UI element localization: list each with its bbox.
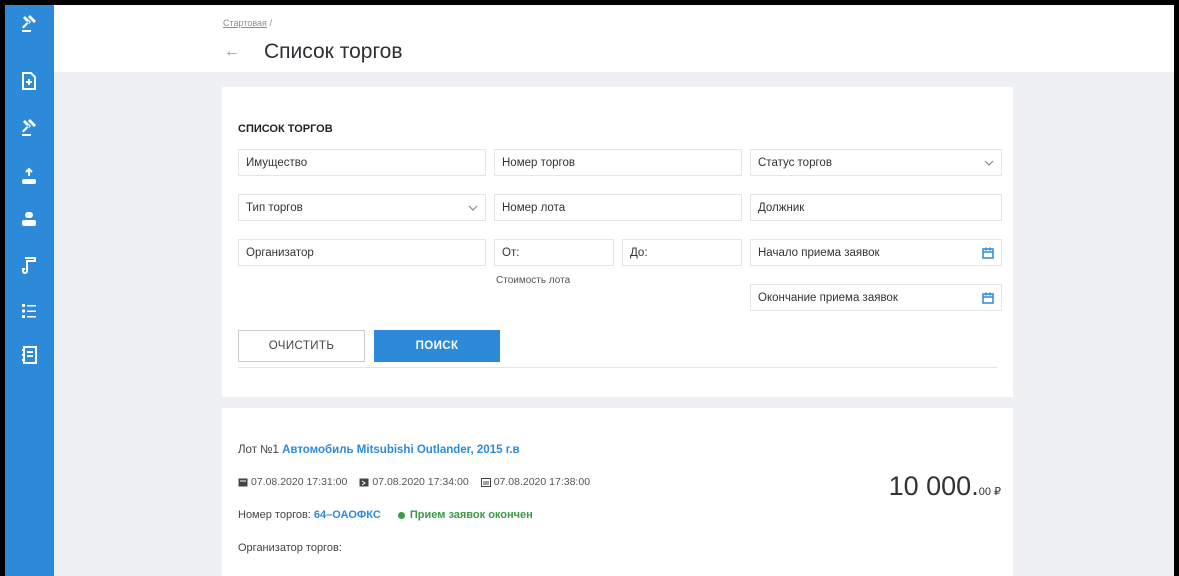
calendar-icon[interactable] <box>982 247 994 259</box>
debtor-placeholder: Должник <box>758 201 805 214</box>
lot-title: Лот №1 Автомобиль Mitsubishi Outlander, … <box>238 444 520 456</box>
auction-number-placeholder: Номер торгов <box>502 156 575 169</box>
document-add-icon[interactable] <box>17 69 41 93</box>
sidebar <box>5 5 54 576</box>
filters-title: СПИСОК ТОРГОВ <box>238 123 333 135</box>
lot-dates: 07.08.2020 17:31:00 07.08.2020 17:34:00 … <box>238 476 590 488</box>
auction-status-placeholder: Статус торгов <box>758 156 832 169</box>
lot-name-link[interactable]: Автомобиль Mitsubishi Outlander, 2015 г.… <box>282 444 520 456</box>
date-item: 07.08.2020 17:38:00 <box>480 476 591 488</box>
date-item: 07.08.2020 17:34:00 <box>359 476 469 488</box>
price-to-field[interactable]: До: <box>622 239 742 266</box>
chevron-down-icon <box>468 205 478 211</box>
gavel-icon[interactable] <box>17 115 41 139</box>
status-dot-icon <box>397 511 405 519</box>
scroll-icon[interactable] <box>17 253 41 277</box>
organizer-field[interactable]: Организатор <box>238 239 486 266</box>
bid-end-placeholder: Окончание приема заявок <box>758 291 898 304</box>
auction-number-link[interactable]: 64–ОАОФКС <box>314 509 381 521</box>
price-from-field[interactable]: От: <box>494 239 614 266</box>
auction-status-select[interactable]: Статус торгов <box>750 149 1002 176</box>
auction-number-line: Номер торгов: 64–ОАОФКС Прием заявок око… <box>238 509 533 521</box>
breadcrumb-separator: / <box>269 18 272 28</box>
property-placeholder: Имущество <box>246 156 308 169</box>
user-list-icon[interactable] <box>17 207 41 231</box>
lot-number-field[interactable]: Номер лота <box>494 194 742 221</box>
auction-number-label: Номер торгов: <box>238 509 311 521</box>
app-window: Стартовая / ← Список торгов СПИСОК ТОРГО… <box>5 5 1174 576</box>
page-title: Список торгов <box>264 40 403 63</box>
filters-panel: СПИСОК ТОРГОВ Имущество Номер торгов Ста… <box>222 87 1013 397</box>
bid-start-date-field[interactable]: Начало приема заявок <box>750 239 1002 266</box>
breadcrumb: Стартовая / <box>223 18 272 28</box>
clear-button[interactable]: ОЧИСТИТЬ <box>238 330 365 362</box>
calendar-end-icon <box>480 478 491 487</box>
status-badge: Прием заявок окончен <box>397 509 533 521</box>
price-cents: 00 ₽ <box>978 486 1001 498</box>
property-field[interactable]: Имущество <box>238 149 486 176</box>
auction-number-field[interactable]: Номер торгов <box>494 149 742 176</box>
lot-prefix: Лот №1 <box>238 444 279 456</box>
price-from-placeholder: От: <box>502 246 520 259</box>
divider <box>238 367 997 368</box>
page-header: Стартовая / ← Список торгов <box>54 5 1174 72</box>
auction-type-placeholder: Тип торгов <box>246 201 303 214</box>
user-upload-icon[interactable] <box>17 165 41 189</box>
status-text: Прием заявок окончен <box>409 509 533 521</box>
list-icon[interactable] <box>17 299 41 323</box>
calendar-start-icon <box>238 478 248 487</box>
registry-icon[interactable] <box>17 343 41 367</box>
date-3: 07.08.2020 17:38:00 <box>493 476 591 488</box>
lot-card: Лот №1 Автомобиль Mitsubishi Outlander, … <box>222 408 1013 576</box>
bid-end-date-field[interactable]: Окончание приема заявок <box>750 284 1002 311</box>
bid-start-placeholder: Начало приема заявок <box>758 246 880 259</box>
date-item: 07.08.2020 17:31:00 <box>238 476 347 488</box>
gavel-icon[interactable] <box>17 11 41 35</box>
chevron-down-icon <box>984 160 994 166</box>
calendar-icon[interactable] <box>982 292 994 304</box>
lot-number-placeholder: Номер лота <box>502 201 566 214</box>
breadcrumb-home-link[interactable]: Стартовая <box>223 18 267 28</box>
price-to-placeholder: До: <box>630 246 648 259</box>
back-arrow-icon[interactable]: ← <box>224 43 240 61</box>
lot-price-label: Стоимость лота <box>496 275 571 286</box>
price-main: 10 000. <box>888 471 979 501</box>
search-button[interactable]: ПОИСК <box>374 330 500 362</box>
calendar-next-icon <box>359 478 369 487</box>
date-2: 07.08.2020 17:34:00 <box>372 476 469 488</box>
lot-price: 10 000.00 ₽ <box>889 471 1001 502</box>
organizer-placeholder: Организатор <box>246 246 314 259</box>
auction-type-select[interactable]: Тип торгов <box>238 194 486 221</box>
debtor-field[interactable]: Должник <box>750 194 1002 221</box>
date-1: 07.08.2020 17:31:00 <box>251 476 348 488</box>
organizer-label: Организатор торгов: <box>238 542 342 554</box>
